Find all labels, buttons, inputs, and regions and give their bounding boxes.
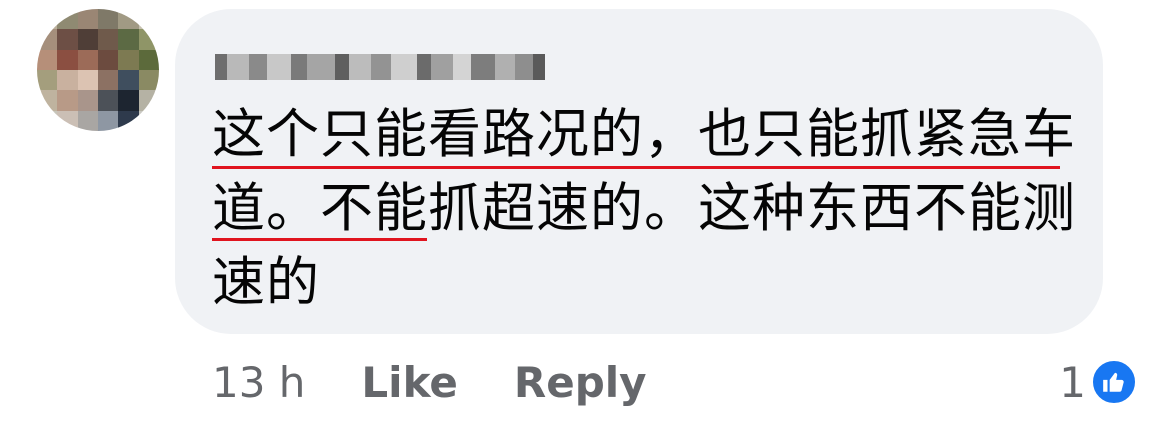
avatar-pixel: [118, 49, 139, 70]
avatar-pixel: [98, 110, 119, 131]
avatar-pixel: [138, 110, 159, 131]
avatar-pixel: [118, 90, 139, 111]
like-reaction-badge: [1090, 358, 1138, 406]
avatar-pixel: [118, 110, 139, 131]
avatar-pixel: [77, 110, 98, 131]
avatar-pixel: [118, 70, 139, 91]
avatar-pixel: [118, 9, 139, 30]
avatar-pixel: [138, 49, 159, 70]
avatar-pixel: [98, 9, 119, 30]
reaction-summary[interactable]: 1: [1059, 352, 1138, 412]
comment-timestamp[interactable]: 13 h: [212, 358, 305, 407]
avatar-pixel: [37, 110, 58, 131]
avatar-pixel: [98, 70, 119, 91]
avatar-pixel: [57, 70, 78, 91]
avatar-pixel: [37, 29, 58, 50]
avatar-pixel: [57, 90, 78, 111]
red-underline-annotation: [212, 166, 1060, 169]
avatar-pixel: [118, 29, 139, 50]
avatar-pixel: [77, 9, 98, 30]
avatar[interactable]: [37, 9, 159, 131]
avatar-pixel: [57, 9, 78, 30]
avatar-pixel: [77, 90, 98, 111]
avatar-pixel: [37, 9, 58, 30]
avatar-pixel: [98, 29, 119, 50]
avatar-pixel: [77, 29, 98, 50]
comment-actions: 13 h Like Reply: [212, 352, 703, 412]
avatar-pixel: [138, 29, 159, 50]
avatar-pixel: [98, 90, 119, 111]
reaction-count: 1: [1059, 357, 1086, 407]
avatar-pixel: [37, 70, 58, 91]
avatar-pixel: [138, 90, 159, 111]
avatar-pixel: [37, 90, 58, 111]
avatar-pixel: [37, 49, 58, 70]
avatar-pixel: [57, 29, 78, 50]
red-underline-annotation: [212, 238, 427, 241]
thumbs-up-icon: [1103, 372, 1124, 392]
avatar-pixel: [138, 70, 159, 91]
avatar-pixel: [77, 70, 98, 91]
like-button[interactable]: Like: [361, 358, 457, 407]
reply-button[interactable]: Reply: [514, 358, 647, 407]
avatar-pixel: [98, 49, 119, 70]
avatar-pixel: [57, 49, 78, 70]
avatar-pixel: [138, 9, 159, 30]
author-name-redacted[interactable]: [215, 47, 545, 87]
avatar-pixel: [57, 110, 78, 131]
avatar-pixel: [77, 49, 98, 70]
comment-text: 这个只能看路况的，也只能抓紧急车道。不能抓超速的。这种东西不能测速的: [212, 104, 1076, 313]
